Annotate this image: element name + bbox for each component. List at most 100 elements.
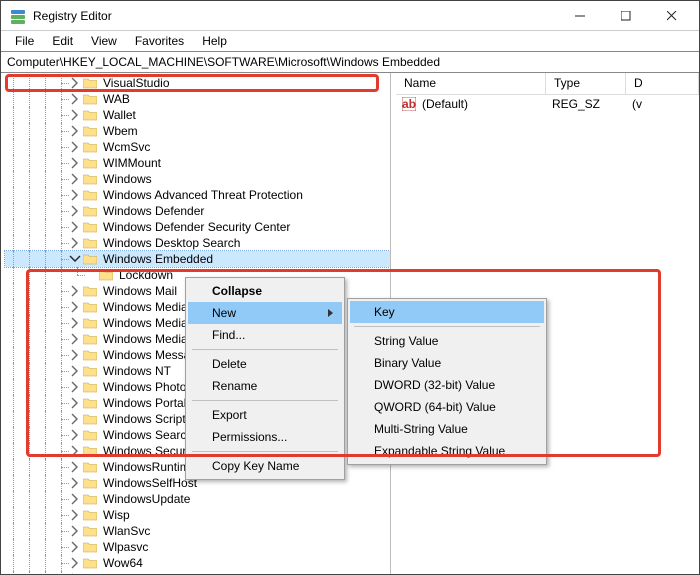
tree-item[interactable]: Windows [5,171,390,187]
chevron-right-icon[interactable] [69,445,81,457]
maximize-button[interactable] [603,1,649,31]
chevron-right-icon[interactable] [69,109,81,121]
menu-item[interactable]: String Value [350,330,544,352]
menu-item[interactable]: Rename [188,375,342,397]
chevron-right-icon[interactable] [69,333,81,345]
folder-icon [83,317,97,329]
chevron-down-icon[interactable] [69,253,81,265]
menu-view[interactable]: View [83,33,125,49]
tree-item[interactable]: Windows Defender [5,203,390,219]
tree-item[interactable]: VisualStudio [5,75,390,91]
chevron-right-icon[interactable] [69,509,81,521]
menu-file[interactable]: File [7,33,42,49]
menu-item[interactable]: QWORD (64-bit) Value [350,396,544,418]
folder-icon [83,285,97,297]
tree-item[interactable]: WcmSvc [5,139,390,155]
folder-icon [99,269,113,281]
menu-item[interactable]: Export [188,404,342,426]
chevron-right-icon[interactable] [69,77,81,89]
col-name[interactable]: Name [396,73,546,94]
menu-edit[interactable]: Edit [44,33,81,49]
chevron-right-icon[interactable] [69,541,81,553]
chevron-right-icon[interactable] [69,413,81,425]
menu-item-label: Multi-String Value [374,422,468,436]
folder-icon [83,237,97,249]
chevron-right-icon[interactable] [69,461,81,473]
chevron-right-icon[interactable] [69,525,81,537]
tree-item[interactable]: Wow64 [5,555,390,571]
tree-item[interactable]: Windows Advanced Threat Protection [5,187,390,203]
chevron-right-icon[interactable] [69,205,81,217]
menu-item-label: Key [374,305,395,319]
col-data[interactable]: D [626,73,699,94]
tree-item[interactable]: Windows Defender Security Center [5,219,390,235]
menu-separator [192,451,338,452]
menu-item[interactable]: DWORD (32-bit) Value [350,374,544,396]
tree-item[interactable]: Windows Desktop Search [5,235,390,251]
chevron-right-icon[interactable] [69,221,81,233]
menu-item-label: Permissions... [212,430,287,444]
chevron-right-icon[interactable] [69,157,81,169]
folder-icon [83,253,97,265]
menu-item[interactable]: New [188,302,342,324]
tree-item[interactable]: Wlpasvc [5,539,390,555]
chevron-right-icon[interactable] [69,301,81,313]
folder-icon [83,509,97,521]
chevron-right-icon[interactable] [69,381,81,393]
list-row[interactable]: (Default)REG_SZ(v [396,95,699,113]
chevron-right-icon[interactable] [69,477,81,489]
context-menu: Collapse New Find... Delete Rename Export Perm… [185,277,345,480]
chevron-right-icon[interactable] [69,317,81,329]
tree-item[interactable]: WAB [5,91,390,107]
chevron-right-icon[interactable] [69,365,81,377]
chevron-right-icon[interactable] [69,237,81,249]
tree-item-label: Windows Advanced Threat Protection [101,188,305,202]
menu-item-label: New [212,306,236,320]
tree-item-label: Windows NT [101,364,173,378]
minimize-button[interactable] [557,1,603,31]
menu-help[interactable]: Help [194,33,235,49]
tree-item[interactable]: WindowsUpdate [5,491,390,507]
folder-icon [83,557,97,569]
menu-item[interactable]: Copy Key Name [188,455,342,477]
tree-item-label: WIMMount [101,156,163,170]
menu-item[interactable]: Key [350,301,544,323]
col-type[interactable]: Type [546,73,626,94]
tree-item[interactable]: Windows Embedded [5,251,390,267]
chevron-right-icon[interactable] [69,493,81,505]
regedit-icon [11,8,27,24]
chevron-right-icon[interactable] [69,93,81,105]
tree-item[interactable]: WSDAPI [5,571,390,574]
folder-icon [83,461,97,473]
menu-favorites[interactable]: Favorites [127,33,192,49]
menu-item[interactable]: Delete [188,353,342,375]
tree-item[interactable]: Wbem [5,123,390,139]
tree-item[interactable]: Wisp [5,507,390,523]
chevron-right-icon[interactable] [69,173,81,185]
chevron-right-icon[interactable] [69,429,81,441]
chevron-right-icon[interactable] [69,141,81,153]
folder-icon [83,541,97,553]
menu-item[interactable]: Collapse [188,280,342,302]
chevron-right-icon[interactable] [69,125,81,137]
menu-item-label: Delete [212,357,247,371]
menu-item[interactable]: Expandable String Value [350,440,544,462]
chevron-right-icon[interactable] [69,557,81,569]
chevron-right-icon[interactable] [69,189,81,201]
menu-item[interactable]: Find... [188,324,342,346]
chevron-right-icon[interactable] [69,349,81,361]
chevron-right-icon[interactable] [69,285,81,297]
menu-item[interactable]: Binary Value [350,352,544,374]
tree-item-label: WAB [101,92,132,106]
folder-icon [83,301,97,313]
menu-item[interactable]: Multi-String Value [350,418,544,440]
tree-item[interactable]: WIMMount [5,155,390,171]
menu-item[interactable]: Permissions... [188,426,342,448]
chevron-right-icon[interactable] [69,573,81,574]
chevron-right-icon[interactable] [69,397,81,409]
address-input[interactable] [1,52,699,72]
tree-item-label: Windows Embedded [101,252,215,266]
tree-item[interactable]: WlanSvc [5,523,390,539]
tree-item[interactable]: Wallet [5,107,390,123]
close-button[interactable] [649,1,695,31]
